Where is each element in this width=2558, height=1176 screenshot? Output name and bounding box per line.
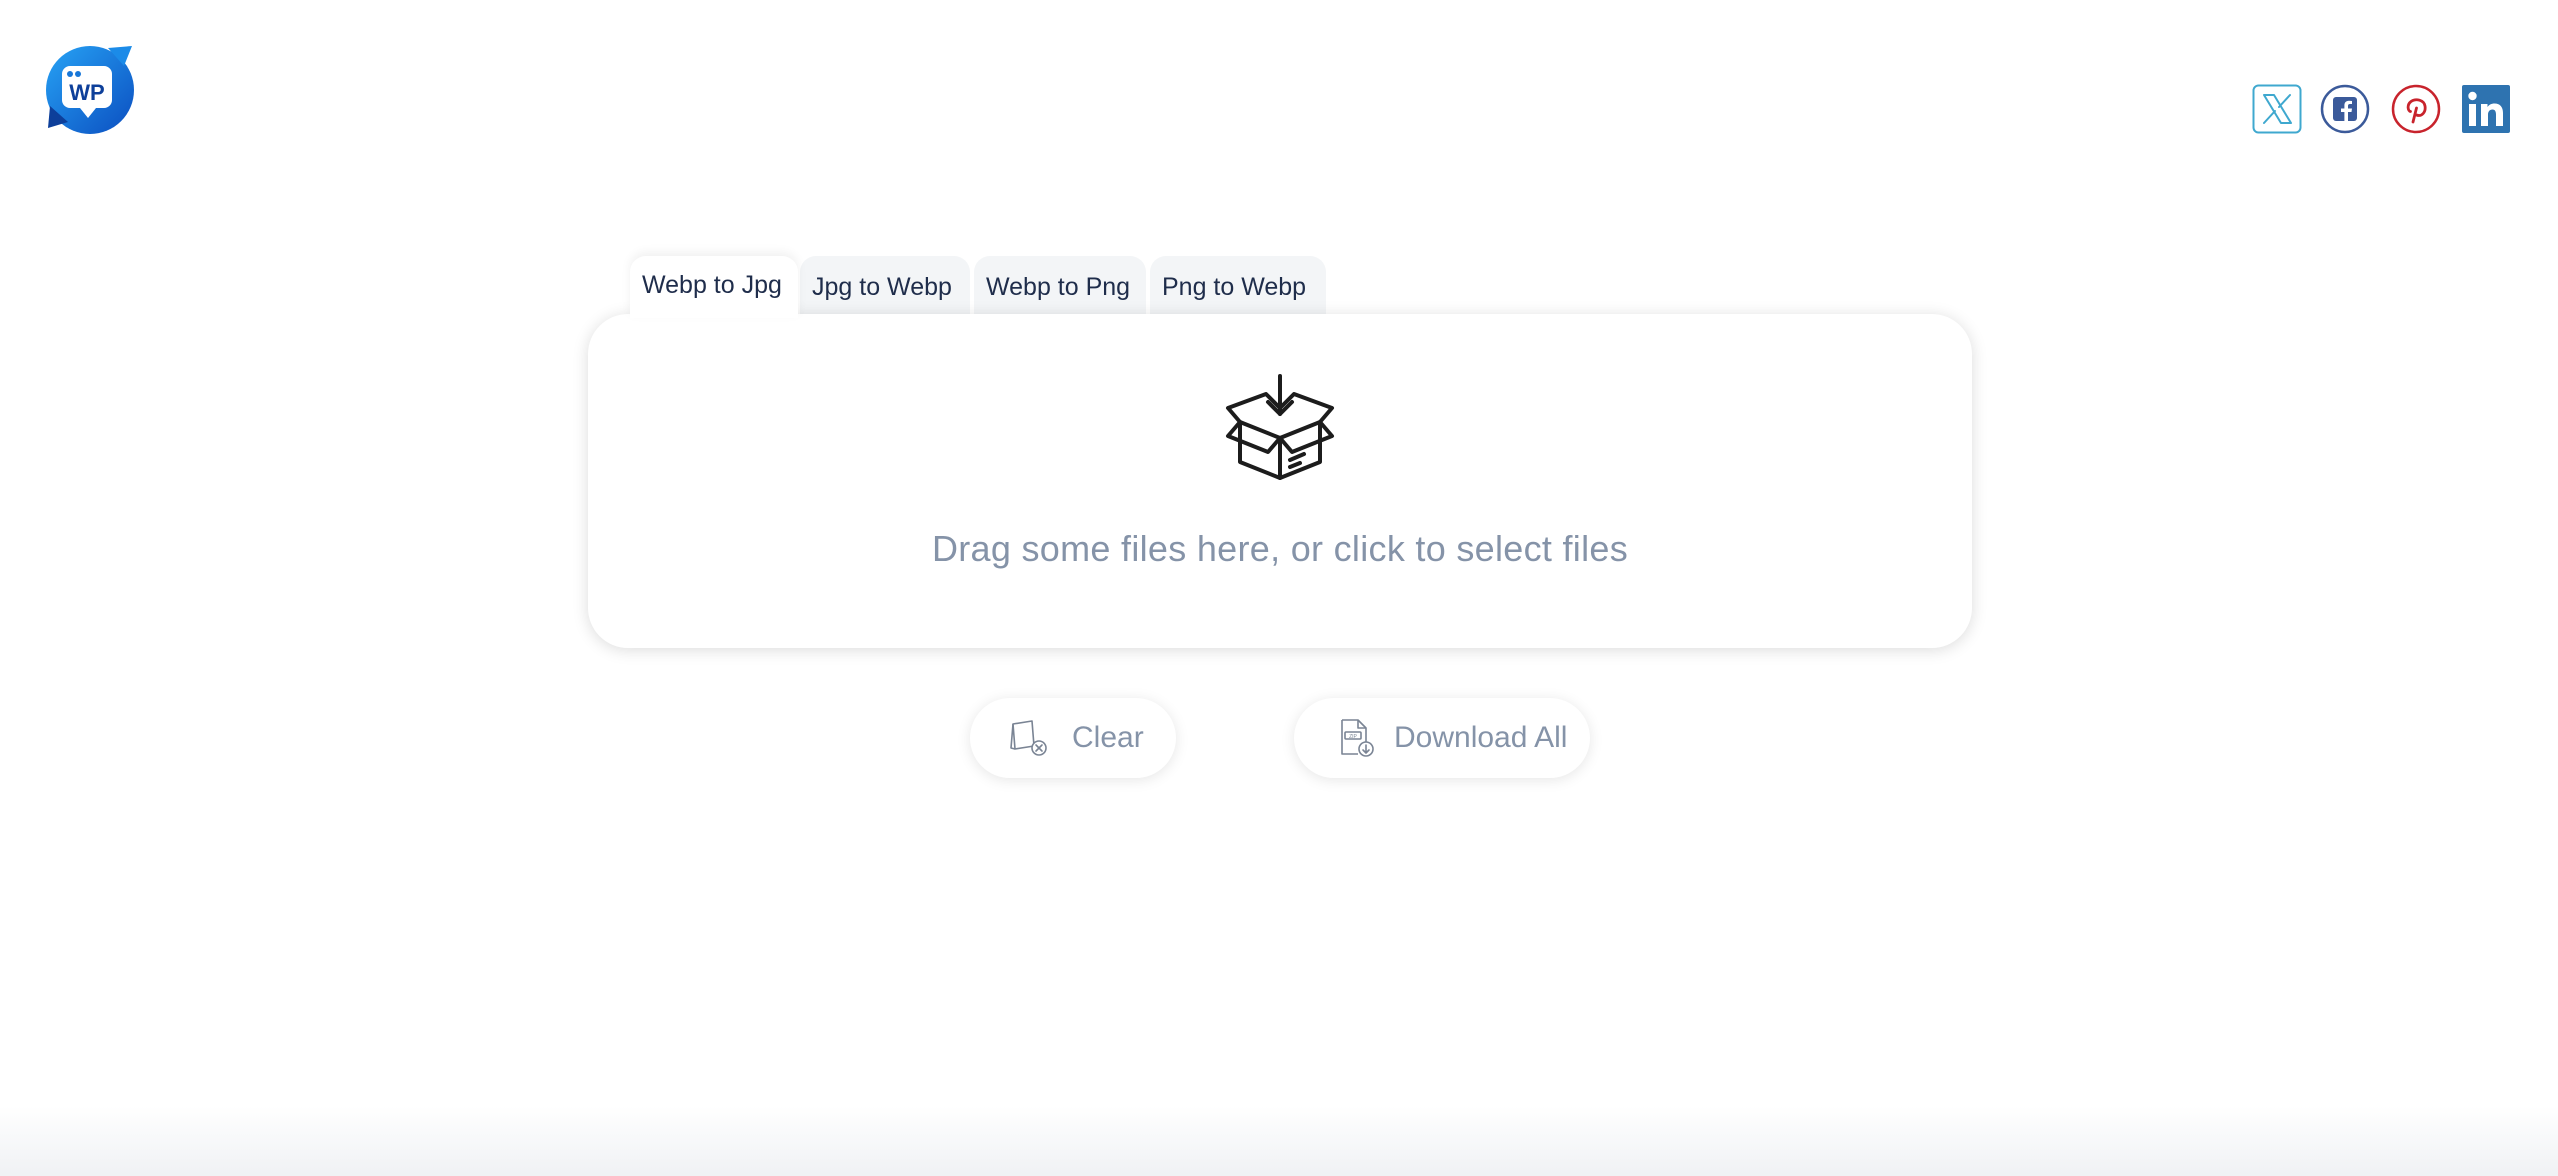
- svg-text:WP: WP: [69, 80, 104, 105]
- linkedin-icon[interactable]: [2461, 84, 2511, 134]
- facebook-icon[interactable]: [2320, 84, 2370, 134]
- wp-logo-icon: WP: [46, 46, 134, 134]
- svg-text:ZIP: ZIP: [1349, 734, 1357, 740]
- box-download-icon: [1226, 374, 1334, 480]
- pinterest-icon[interactable]: [2391, 84, 2441, 134]
- clear-button[interactable]: Clear: [970, 698, 1176, 778]
- clear-button-label: Clear: [1072, 721, 1144, 754]
- clear-files-icon: [1010, 720, 1047, 756]
- app-logo[interactable]: WP: [44, 44, 136, 136]
- download-all-button-label: Download All: [1394, 721, 1568, 754]
- download-all-button[interactable]: ZIP Download All: [1294, 698, 1590, 778]
- dropzone-instructions: Drag some files here, or click to select…: [931, 528, 1629, 569]
- bottom-fade: [0, 1106, 2558, 1176]
- file-dropzone[interactable]: Drag some files here, or click to select…: [588, 314, 1972, 648]
- x-icon[interactable]: [2252, 84, 2302, 134]
- tab-jpg-to-webp[interactable]: Jpg to Webp: [800, 256, 970, 318]
- tab-webp-to-jpg[interactable]: Webp to Jpg: [630, 256, 798, 318]
- zip-download-icon: ZIP: [1341, 719, 1374, 757]
- tab-png-to-webp[interactable]: Png to Webp: [1150, 256, 1326, 318]
- tab-webp-to-png[interactable]: Webp to Png: [974, 256, 1146, 318]
